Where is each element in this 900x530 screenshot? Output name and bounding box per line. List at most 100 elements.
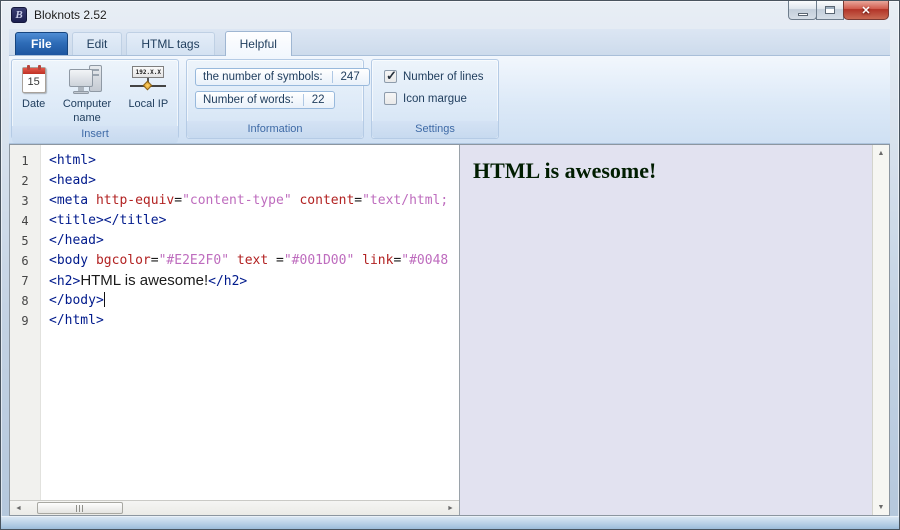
words-count-field: Number of words: 22	[195, 91, 335, 109]
code-segment: <meta	[49, 193, 88, 208]
code-segment: </html>	[49, 313, 104, 328]
code-segment: =	[174, 193, 182, 208]
computer-monitor	[69, 69, 93, 87]
words-count-label: Number of words:	[203, 94, 294, 106]
number-of-lines-option[interactable]: Number of lines	[384, 70, 498, 83]
date-button[interactable]: 15 Date	[22, 64, 46, 126]
window-controls: ✕	[789, 1, 889, 20]
tab-edit[interactable]: Edit	[72, 32, 123, 55]
icon-margue-label: Icon margue	[403, 93, 467, 105]
code-line[interactable]: </head>	[49, 231, 459, 251]
date-icon-wrap: 15	[22, 64, 46, 96]
scroll-left-arrow[interactable]: ◄	[10, 501, 27, 515]
line-number: 8	[10, 291, 40, 311]
symbols-count-label: the number of symbols:	[203, 71, 323, 83]
computer-icon	[69, 65, 105, 95]
calendar-ring	[27, 65, 30, 70]
ip-icon-node	[143, 81, 153, 91]
words-count-value: 22	[303, 94, 327, 106]
app-window: B Bloknots 2.52 ✕ File Edit HTML tags He…	[0, 0, 900, 530]
code-segment: "#E2E2F0"	[159, 253, 229, 268]
text-caret	[104, 292, 105, 307]
icon-margue-option[interactable]: Icon margue	[384, 92, 498, 105]
code-segment: <html>	[49, 153, 96, 168]
local-ip-button[interactable]: 192.X.X Local IP	[128, 64, 168, 126]
maximize-icon	[825, 6, 835, 14]
horizontal-scrollbar[interactable]: ◄ ►	[10, 500, 459, 515]
network-ip-icon: 192.X.X	[130, 65, 166, 95]
main-area: 123456789 <html><head><meta http-equiv="…	[9, 144, 890, 516]
line-number: 4	[10, 211, 40, 231]
code-segment: </body>	[49, 293, 104, 308]
vertical-scroll-track[interactable]	[873, 161, 889, 499]
tab-file[interactable]: File	[15, 32, 68, 55]
horizontal-scroll-track[interactable]	[27, 501, 442, 515]
code-segment: =	[268, 253, 284, 268]
maximize-button[interactable]	[816, 1, 844, 20]
symbols-count-value: 247	[332, 71, 362, 83]
code-segment: content	[299, 193, 354, 208]
number-of-lines-label: Number of lines	[403, 71, 484, 83]
calendar-band	[23, 68, 45, 74]
vertical-scrollbar[interactable]: ▲ ▼	[872, 145, 889, 515]
insert-buttons: 15 Date Computer name	[12, 60, 178, 126]
group-label-insert: Insert	[12, 126, 178, 143]
editor-body[interactable]: 123456789 <html><head><meta http-equiv="…	[10, 145, 459, 500]
code-line[interactable]: <meta http-equiv="content-type" content=…	[49, 191, 459, 211]
minimize-button[interactable]	[788, 1, 817, 20]
code-lines[interactable]: <html> <head> <meta http-equiv="content-ty…	[41, 145, 459, 500]
code-segment: <title></title>	[49, 213, 166, 228]
code-segment: <h2>	[49, 274, 80, 289]
close-icon: ✕	[861, 4, 870, 17]
group-label-settings: Settings	[372, 121, 498, 138]
code-editor[interactable]: 123456789 <html><head><meta http-equiv="…	[10, 145, 460, 515]
minimize-icon	[798, 13, 808, 16]
close-button[interactable]: ✕	[843, 1, 889, 20]
computer-name-button[interactable]: Computer name	[57, 64, 117, 126]
titlebar[interactable]: B Bloknots 2.52 ✕	[1, 1, 899, 29]
code-line[interactable]: <h2>HTML is awesome!</h2>	[49, 271, 459, 291]
code-line[interactable]: <html>	[49, 151, 459, 171]
tab-helpful[interactable]: Helpful	[225, 31, 292, 56]
number-of-lines-checkbox[interactable]	[384, 70, 397, 83]
code-segment: "text/html;	[362, 193, 448, 208]
code-segment: <body	[49, 253, 88, 268]
settings-options: Number of lines Icon margue	[372, 60, 498, 114]
code-line[interactable]: <title></title>	[49, 211, 459, 231]
ip-icon-wrap: 192.X.X	[130, 64, 166, 96]
code-segment: =	[354, 193, 362, 208]
line-number: 7	[10, 271, 40, 291]
horizontal-scroll-thumb[interactable]	[37, 502, 123, 514]
line-number: 5	[10, 231, 40, 251]
scroll-down-arrow[interactable]: ▼	[873, 499, 889, 515]
code-segment	[88, 253, 96, 268]
code-segment: <head>	[49, 173, 96, 188]
preview-heading: HTML is awesome!	[473, 158, 872, 184]
line-number: 2	[10, 171, 40, 191]
scroll-up-arrow[interactable]: ▲	[873, 145, 889, 161]
code-line[interactable]: </body>	[49, 291, 459, 311]
computer-base	[73, 91, 89, 94]
icon-margue-checkbox[interactable]	[384, 92, 397, 105]
code-segment: bgcolor	[96, 253, 151, 268]
ribbon-group-information: the number of symbols: 247 Number of wor…	[186, 59, 364, 139]
line-number: 9	[10, 311, 40, 331]
line-number: 1	[10, 151, 40, 171]
ribbon: 15 Date Computer name	[9, 56, 890, 144]
code-segment: http-equiv	[96, 193, 174, 208]
code-line[interactable]: </html>	[49, 311, 459, 331]
code-line[interactable]: <body bgcolor="#E2E2F0" text ="#001D00" …	[49, 251, 459, 271]
ribbon-group-settings: Number of lines Icon margue Settings	[371, 59, 499, 139]
code-segment: </head>	[49, 233, 104, 248]
html-preview-pane: HTML is awesome!	[460, 145, 872, 515]
calendar-ring	[38, 65, 41, 70]
local-ip-button-label: Local IP	[128, 97, 168, 111]
scroll-thumb-grip-icon	[76, 505, 85, 512]
code-segment: </h2>	[208, 274, 247, 289]
computer-icon-wrap	[69, 64, 105, 96]
scroll-right-arrow[interactable]: ►	[442, 501, 459, 515]
ribbon-group-insert: 15 Date Computer name	[11, 59, 179, 139]
computer-name-button-label: Computer name	[57, 97, 117, 126]
tab-html-tags[interactable]: HTML tags	[126, 32, 214, 55]
code-line[interactable]: <head>	[49, 171, 459, 191]
